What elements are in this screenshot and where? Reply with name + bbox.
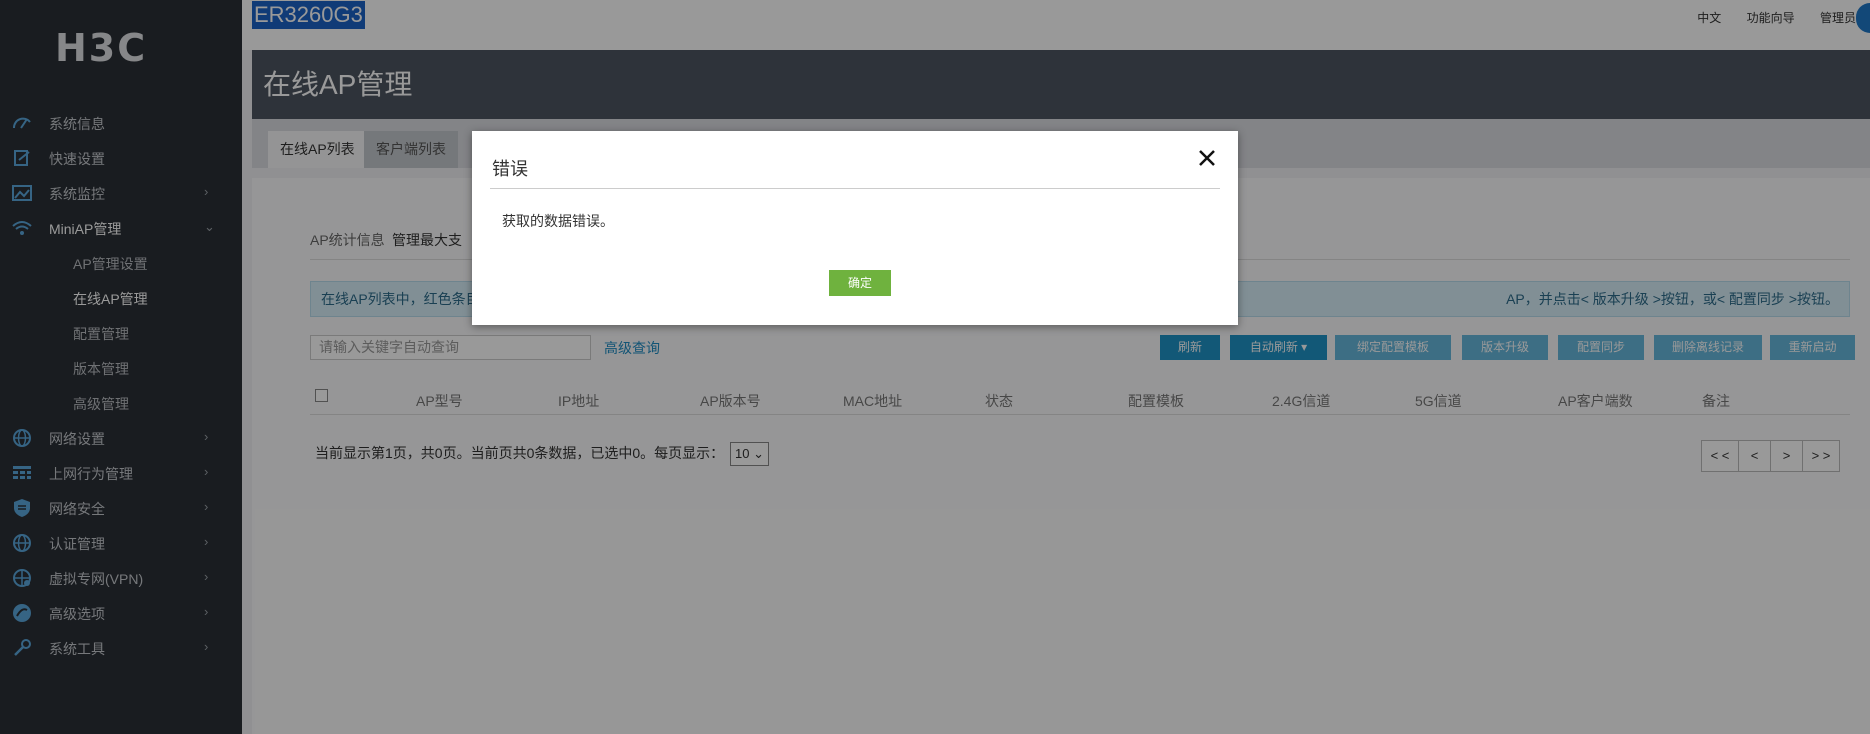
dialog-divider <box>490 188 1220 189</box>
ok-button[interactable]: 确定 <box>829 270 891 296</box>
close-icon[interactable] <box>1196 147 1218 169</box>
modal-overlay[interactable] <box>0 0 1870 734</box>
dialog-message: 获取的数据错误。 <box>502 213 614 229</box>
dialog-title: 错误 <box>492 159 528 179</box>
error-dialog: 错误 获取的数据错误。 确定 <box>472 131 1238 325</box>
